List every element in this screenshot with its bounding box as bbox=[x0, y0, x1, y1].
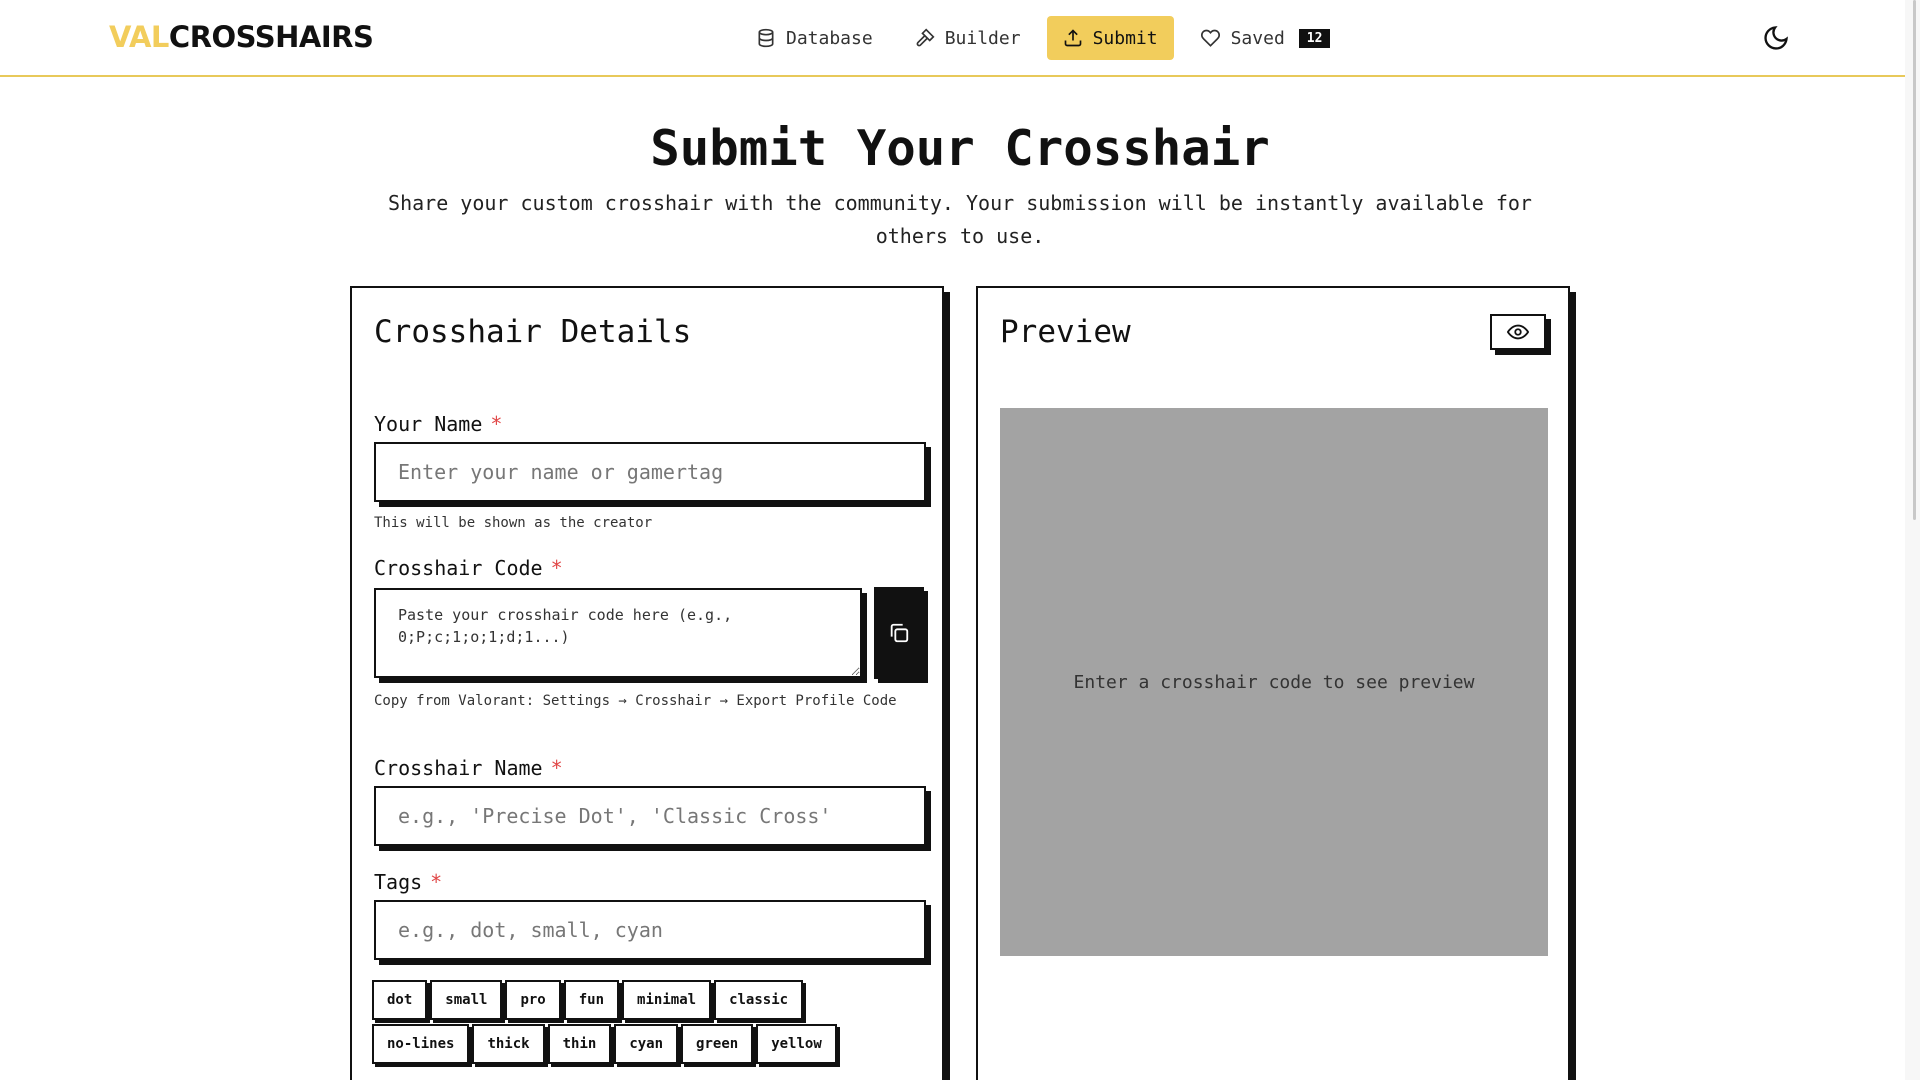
tag-classic[interactable]: classic bbox=[714, 980, 804, 1020]
scrollbar-thumb[interactable] bbox=[1913, 0, 1916, 520]
your-name-label-text: Your Name bbox=[374, 412, 483, 436]
required-mark: * bbox=[490, 412, 503, 436]
eye-icon bbox=[1507, 324, 1529, 340]
tag-yellow[interactable]: yellow bbox=[756, 1024, 837, 1064]
tag-cyan[interactable]: cyan bbox=[614, 1024, 679, 1064]
logo-val-text: VAL bbox=[109, 20, 169, 54]
tag-minimal[interactable]: minimal bbox=[622, 980, 712, 1020]
tag-row-1: dot small pro fun minimal classic bbox=[372, 980, 892, 1020]
tags-label-text: Tags bbox=[374, 870, 423, 894]
top-header: VALCROSSHAIRS Database Builder Submit Sa… bbox=[0, 0, 1905, 77]
tag-suggestions: dot small pro fun minimal classic no-lin… bbox=[372, 980, 892, 1068]
paste-code-button[interactable] bbox=[874, 587, 924, 679]
crosshair-name-input[interactable] bbox=[374, 786, 926, 846]
crosshair-details-heading: Crosshair Details bbox=[374, 314, 692, 350]
your-name-label: Your Name * bbox=[374, 412, 502, 436]
logo-crosshairs-text: CROSSHAIRS bbox=[168, 20, 374, 54]
page-subtitle: Share your custom crosshair with the com… bbox=[388, 191, 1532, 248]
your-name-hint: This will be shown as the creator bbox=[374, 515, 653, 531]
crosshair-code-label-text: Crosshair Code bbox=[374, 556, 543, 580]
your-name-input[interactable] bbox=[374, 442, 926, 502]
crosshair-name-label: Crosshair Name * bbox=[374, 756, 563, 780]
crosshair-details-panel: Crosshair Details Your Name * This will b… bbox=[350, 286, 944, 1080]
moon-icon bbox=[1764, 26, 1788, 50]
main-nav: Database Builder Submit Saved 12 bbox=[740, 16, 1356, 60]
saved-count-badge: 12 bbox=[1298, 28, 1331, 48]
nav-saved-label: Saved bbox=[1230, 27, 1285, 49]
logo[interactable]: VALCROSSHAIRS bbox=[109, 20, 374, 54]
nav-saved[interactable]: Saved 12 bbox=[1184, 16, 1347, 60]
required-mark: * bbox=[430, 870, 443, 894]
preview-panel: Preview Enter a crosshair code to see pr… bbox=[976, 286, 1570, 1080]
copy-icon bbox=[890, 623, 909, 643]
nav-database-label: Database bbox=[786, 27, 873, 49]
tag-row-2: no-lines thick thin cyan green yellow bbox=[372, 1024, 892, 1064]
tag-no-lines[interactable]: no-lines bbox=[372, 1024, 470, 1064]
nav-builder[interactable]: Builder bbox=[899, 16, 1037, 60]
tag-thin[interactable]: thin bbox=[547, 1024, 612, 1064]
required-mark: * bbox=[550, 756, 563, 780]
crosshair-code-textarea[interactable] bbox=[374, 588, 862, 678]
page-title: Submit Your Crosshair bbox=[650, 120, 1270, 177]
tag-dot[interactable]: dot bbox=[372, 980, 428, 1020]
required-mark: * bbox=[550, 556, 563, 580]
toggle-preview-button[interactable] bbox=[1490, 314, 1546, 350]
database-icon bbox=[758, 28, 774, 48]
nav-submit-label: Submit bbox=[1092, 27, 1158, 49]
upload-icon bbox=[1064, 29, 1081, 47]
preview-heading: Preview bbox=[1000, 314, 1131, 350]
tag-small[interactable]: small bbox=[430, 980, 503, 1020]
nav-submit[interactable]: Submit bbox=[1046, 16, 1174, 60]
tag-thick[interactable]: thick bbox=[472, 1024, 545, 1064]
nav-builder-label: Builder bbox=[944, 27, 1021, 49]
tags-label: Tags * bbox=[374, 870, 442, 894]
tag-fun[interactable]: fun bbox=[563, 980, 620, 1020]
crosshair-code-hint: Copy from Valorant: Settings → Crosshair… bbox=[374, 693, 897, 709]
theme-toggle-button[interactable] bbox=[1762, 24, 1790, 52]
crosshair-name-label-text: Crosshair Name bbox=[374, 756, 543, 780]
crosshair-code-label: Crosshair Code * bbox=[374, 556, 563, 580]
nav-database[interactable]: Database bbox=[740, 16, 889, 60]
tags-input[interactable] bbox=[374, 900, 926, 960]
heart-icon bbox=[1200, 29, 1220, 47]
tag-pro[interactable]: pro bbox=[505, 980, 561, 1020]
preview-empty-text: Enter a crosshair code to see preview bbox=[1073, 671, 1475, 693]
hammer-icon bbox=[916, 28, 935, 47]
tag-green[interactable]: green bbox=[681, 1024, 754, 1064]
crosshair-preview-area: Enter a crosshair code to see preview bbox=[1000, 408, 1548, 956]
